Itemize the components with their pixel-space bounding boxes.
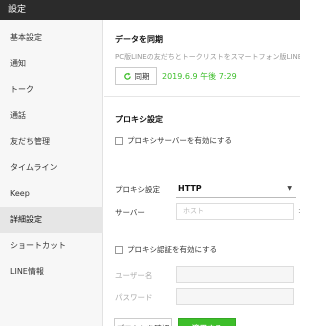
sidebar-item-timeline[interactable]: タイムライン <box>0 155 103 181</box>
sidebar-item-advanced[interactable]: 詳細設定 <box>0 207 103 233</box>
server-host-input[interactable]: ホスト <box>176 203 294 220</box>
sidebar-item-shortcuts[interactable]: ショートカット <box>0 233 103 259</box>
sidebar-item-friends[interactable]: 友だち管理 <box>0 129 103 155</box>
proxy-enable-checkbox[interactable] <box>115 136 123 145</box>
proxy-enable-row[interactable]: プロキシサーバーを有効にする <box>115 135 232 146</box>
sidebar-item-about[interactable]: LINE情報 <box>0 259 103 285</box>
server-label: サーバー <box>115 208 145 217</box>
proxy-type-select[interactable]: HTTP ▼ <box>176 180 296 198</box>
settings-sidebar: 基本設定 通知 トーク 通話 友だち管理 タイムライン Keep 詳細設定 ショ… <box>0 20 103 326</box>
last-synced-time: 2019.6.9 午後 7:29 <box>162 72 237 81</box>
sync-heading: データを同期 <box>115 35 163 44</box>
proxy-auth-checkbox[interactable] <box>115 245 123 254</box>
proxy-auth-row[interactable]: プロキシ認証を有効にする <box>115 244 217 255</box>
proxy-auth-label: プロキシ認証を有効にする <box>127 245 218 254</box>
apply-button[interactable]: 適用する <box>178 318 236 326</box>
proxy-type-value: HTTP <box>178 184 202 193</box>
username-label: ユーザー名 <box>115 271 153 280</box>
sidebar-item-keep[interactable]: Keep <box>0 181 103 207</box>
sidebar-item-notifications[interactable]: 通知 <box>0 51 103 77</box>
refresh-icon <box>123 72 131 80</box>
sidebar-item-calls[interactable]: 通話 <box>0 103 103 129</box>
settings-panel: データを同期 PC版LINEの友だちとトークリストをスマートフォン版LINEと同… <box>104 20 300 326</box>
sidebar-item-basic[interactable]: 基本設定 <box>0 25 103 51</box>
proxy-enable-label: プロキシサーバーを有効にする <box>127 136 232 145</box>
check-proxy-button[interactable]: プロキシを確認 <box>114 318 172 326</box>
server-port-separator: : <box>298 206 300 215</box>
proxy-type-label: プロキシ設定 <box>115 185 160 194</box>
username-input[interactable] <box>176 266 294 283</box>
chevron-down-icon: ▼ <box>287 185 292 192</box>
sidebar-item-talk[interactable]: トーク <box>0 77 103 103</box>
password-label: パスワード <box>115 293 153 302</box>
section-divider <box>104 96 300 97</box>
sync-button-label: 同期 <box>134 71 150 81</box>
window-title: 設定 <box>0 0 300 20</box>
password-input[interactable] <box>176 288 294 305</box>
proxy-heading: プロキシ設定 <box>115 115 163 124</box>
sync-button[interactable]: 同期 <box>115 67 157 85</box>
sync-description: PC版LINEの友だちとトークリストをスマートフォン版LINEと同 <box>115 53 300 61</box>
